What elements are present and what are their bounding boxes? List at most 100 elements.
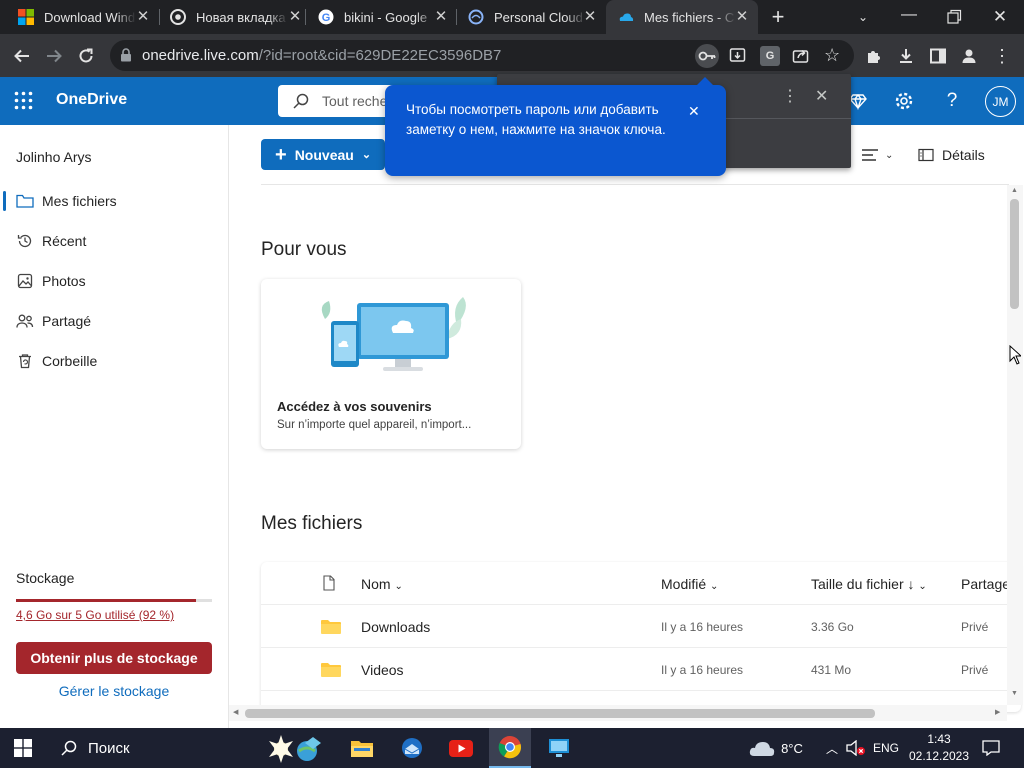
close-tab-icon[interactable]: ✕ [734, 9, 750, 25]
close-tab-icon[interactable]: ✕ [433, 9, 449, 25]
search-icon [61, 740, 77, 756]
more-menu-icon[interactable]: ⋮ [988, 42, 1016, 70]
language-indicator[interactable]: ENG [870, 728, 902, 768]
file-name[interactable]: Downloads [361, 619, 430, 635]
notifications-icon[interactable] [978, 728, 1004, 768]
clock[interactable]: 1:43 02.12.2023 [904, 728, 974, 768]
sidebar-item-recent[interactable]: Récent [0, 221, 229, 261]
forward-arrow-icon[interactable] [40, 42, 68, 70]
clock-date: 02.12.2023 [908, 749, 970, 763]
file-sharing: Privé [961, 620, 989, 634]
minimize-window-icon[interactable]: — [897, 5, 921, 29]
sidebar: Jolinho Arys Mes fichiers Récent Photos … [0, 125, 229, 728]
column-modified[interactable]: Modifié ⌄ [661, 576, 718, 592]
volume-muted-icon[interactable] [844, 728, 868, 768]
address-bar[interactable]: onedrive.live.com/?id=root&cid=629DE22EC… [110, 40, 854, 71]
new-tab-plus-icon[interactable]: + [766, 5, 790, 29]
translate-icon[interactable]: G [760, 46, 780, 66]
vertical-scroll-thumb[interactable] [1010, 199, 1019, 309]
extensions-puzzle-icon[interactable] [860, 42, 888, 70]
memories-card[interactable]: Accédez à vos souvenirs Sur n’importe qu… [261, 279, 521, 449]
sidebar-item-shared[interactable]: Partagé [0, 301, 229, 341]
profile-icon[interactable] [955, 42, 983, 70]
file-explorer-icon[interactable] [344, 728, 380, 768]
close-tab-icon[interactable]: ✕ [135, 9, 151, 25]
brand-name[interactable]: OneDrive [56, 91, 127, 109]
avatar[interactable]: JM [985, 86, 1016, 117]
downloads-icon[interactable] [892, 42, 920, 70]
column-size[interactable]: Taille du fichier ↓ ⌄ [811, 576, 927, 592]
settings-gear-icon[interactable] [892, 89, 916, 113]
tab-strip: Download Wind ✕ Новая вкладка ✕ G bikini… [0, 0, 1024, 34]
tab-personal-cloud[interactable]: Personal Cloud ✕ [450, 0, 606, 34]
files-table: Nom ⌄ Modifié ⌄ Taille du fichier ↓ ⌄ Pa… [261, 562, 1021, 712]
cloud-globe-icon [468, 9, 484, 25]
key-icon[interactable] [695, 44, 719, 68]
search-icon [292, 92, 310, 110]
storage-usage-link[interactable]: 4,6 Go sur 5 Go utilisé (92 %) [16, 608, 174, 622]
sidebar-item-recycle-bin[interactable]: Corbeille [0, 341, 229, 381]
remote-desktop-icon[interactable] [541, 728, 577, 768]
manage-storage-link[interactable]: Gérer le stockage [16, 683, 212, 699]
youtube-icon[interactable] [443, 728, 479, 768]
vertical-scrollbar[interactable]: ▲ ▼ [1007, 185, 1023, 705]
file-sharing: Privé [961, 663, 989, 677]
sidebar-item-my-files[interactable]: Mes fichiers [0, 181, 229, 221]
taskbar-search[interactable]: Поиск [48, 728, 248, 768]
taskbar-search-label: Поиск [88, 739, 130, 757]
reload-icon[interactable] [72, 42, 100, 70]
chevron-down-icon: ⌄ [885, 149, 894, 161]
new-button[interactable]: + Nouveau ⌄ [261, 139, 385, 170]
tab-google-search[interactable]: G bikini - Google ✕ [300, 0, 457, 34]
scroll-right-arrow-icon[interactable]: ▶ [995, 708, 1000, 716]
bubble-close-icon[interactable]: ✕ [688, 101, 700, 121]
side-panel-icon[interactable] [924, 42, 952, 70]
help-icon[interactable]: ? [940, 89, 964, 113]
panel-close-icon[interactable]: ✕ [815, 86, 828, 106]
tray-chevron-up-icon[interactable]: ︿ [822, 728, 842, 768]
scroll-up-arrow-icon[interactable]: ▲ [1011, 187, 1018, 194]
lock-icon[interactable] [120, 48, 132, 65]
chrome-taskbar-icon[interactable] [489, 728, 531, 768]
scroll-left-arrow-icon[interactable]: ◀ [233, 708, 238, 716]
get-more-storage-button[interactable]: Obtenir plus de stockage [16, 642, 212, 674]
bookmark-star-icon[interactable]: ☆ [824, 46, 840, 64]
thunderbird-icon[interactable] [394, 728, 430, 768]
restore-window-icon[interactable] [943, 6, 965, 28]
column-name[interactable]: Nom ⌄ [361, 576, 403, 592]
bubble-text: Чтобы посмотреть пароль или добавить зам… [406, 102, 666, 137]
tab-search-chevron-icon[interactable]: ⌄ [852, 6, 874, 28]
view-options-button[interactable]: ⌄ [861, 145, 905, 165]
horizontal-scrollbar[interactable]: ◀ ▶ [229, 705, 1007, 721]
weather-flower-decoration [262, 728, 334, 768]
table-row[interactable]: Downloads Il y a 16 heures 3.36 Go Privé [261, 605, 1021, 648]
install-app-icon[interactable] [729, 47, 746, 67]
tab-new-tab[interactable]: Новая вкладка ✕ [152, 0, 311, 34]
tab-download-windows[interactable]: Download Wind ✕ [0, 0, 159, 34]
column-name-label: Nom [361, 576, 391, 592]
details-button[interactable]: Détails [918, 145, 985, 165]
file-name[interactable]: Videos [361, 662, 404, 678]
tab-mes-fichiers[interactable]: Mes fichiers - C ✕ [606, 0, 758, 34]
toolbar-divider [261, 184, 1009, 185]
recycle-bin-icon [16, 352, 34, 370]
back-arrow-icon[interactable] [8, 42, 36, 70]
column-sharing[interactable]: Partage [961, 576, 1010, 592]
sidebar-item-photos[interactable]: Photos [0, 261, 229, 301]
weather-widget[interactable]: 8°C [744, 728, 808, 768]
app-launcher-icon[interactable] [14, 91, 33, 113]
plus-icon: + [275, 143, 287, 166]
column-size-label: Taille du fichier [811, 576, 904, 592]
start-button[interactable] [0, 728, 46, 768]
chevron-down-icon: ⌄ [710, 581, 719, 592]
card-title: Accédez à vos souvenirs [277, 399, 432, 414]
share-icon[interactable] [792, 47, 809, 67]
column-modified-label: Modifié [661, 576, 707, 592]
bubble-arrow [697, 77, 713, 85]
close-tab-icon[interactable]: ✕ [582, 9, 598, 25]
close-window-icon[interactable]: ✕ [988, 5, 1012, 29]
horizontal-scroll-thumb[interactable] [245, 709, 875, 718]
panel-more-icon[interactable]: ⋮ [782, 86, 798, 106]
scroll-down-arrow-icon[interactable]: ▼ [1011, 690, 1018, 697]
table-row[interactable]: Videos Il y a 16 heures 431 Mo Privé [261, 648, 1021, 691]
